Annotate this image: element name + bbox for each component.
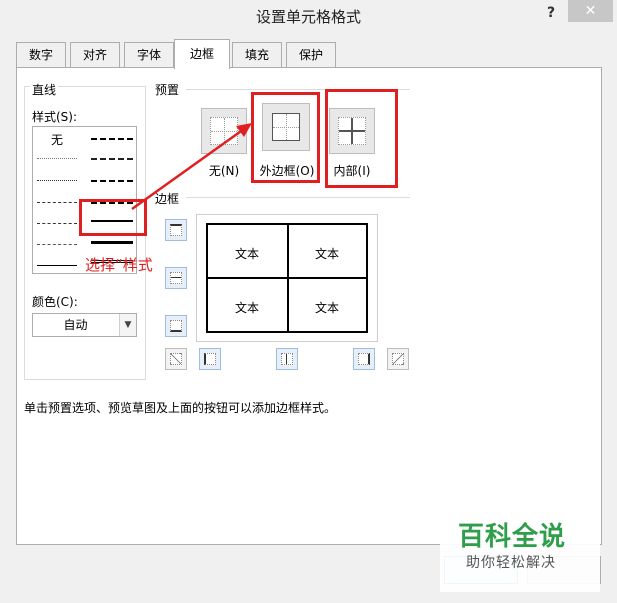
annotation-text: 选择“样式 bbox=[85, 256, 153, 274]
watermark: 百科全说 助你轻松解决 bbox=[440, 510, 600, 592]
tab-border[interactable]: 边框 bbox=[174, 39, 230, 69]
watermark-title: 百科全说 bbox=[458, 522, 567, 552]
watermark-subtitle: 助你轻松解决 bbox=[466, 555, 556, 571]
